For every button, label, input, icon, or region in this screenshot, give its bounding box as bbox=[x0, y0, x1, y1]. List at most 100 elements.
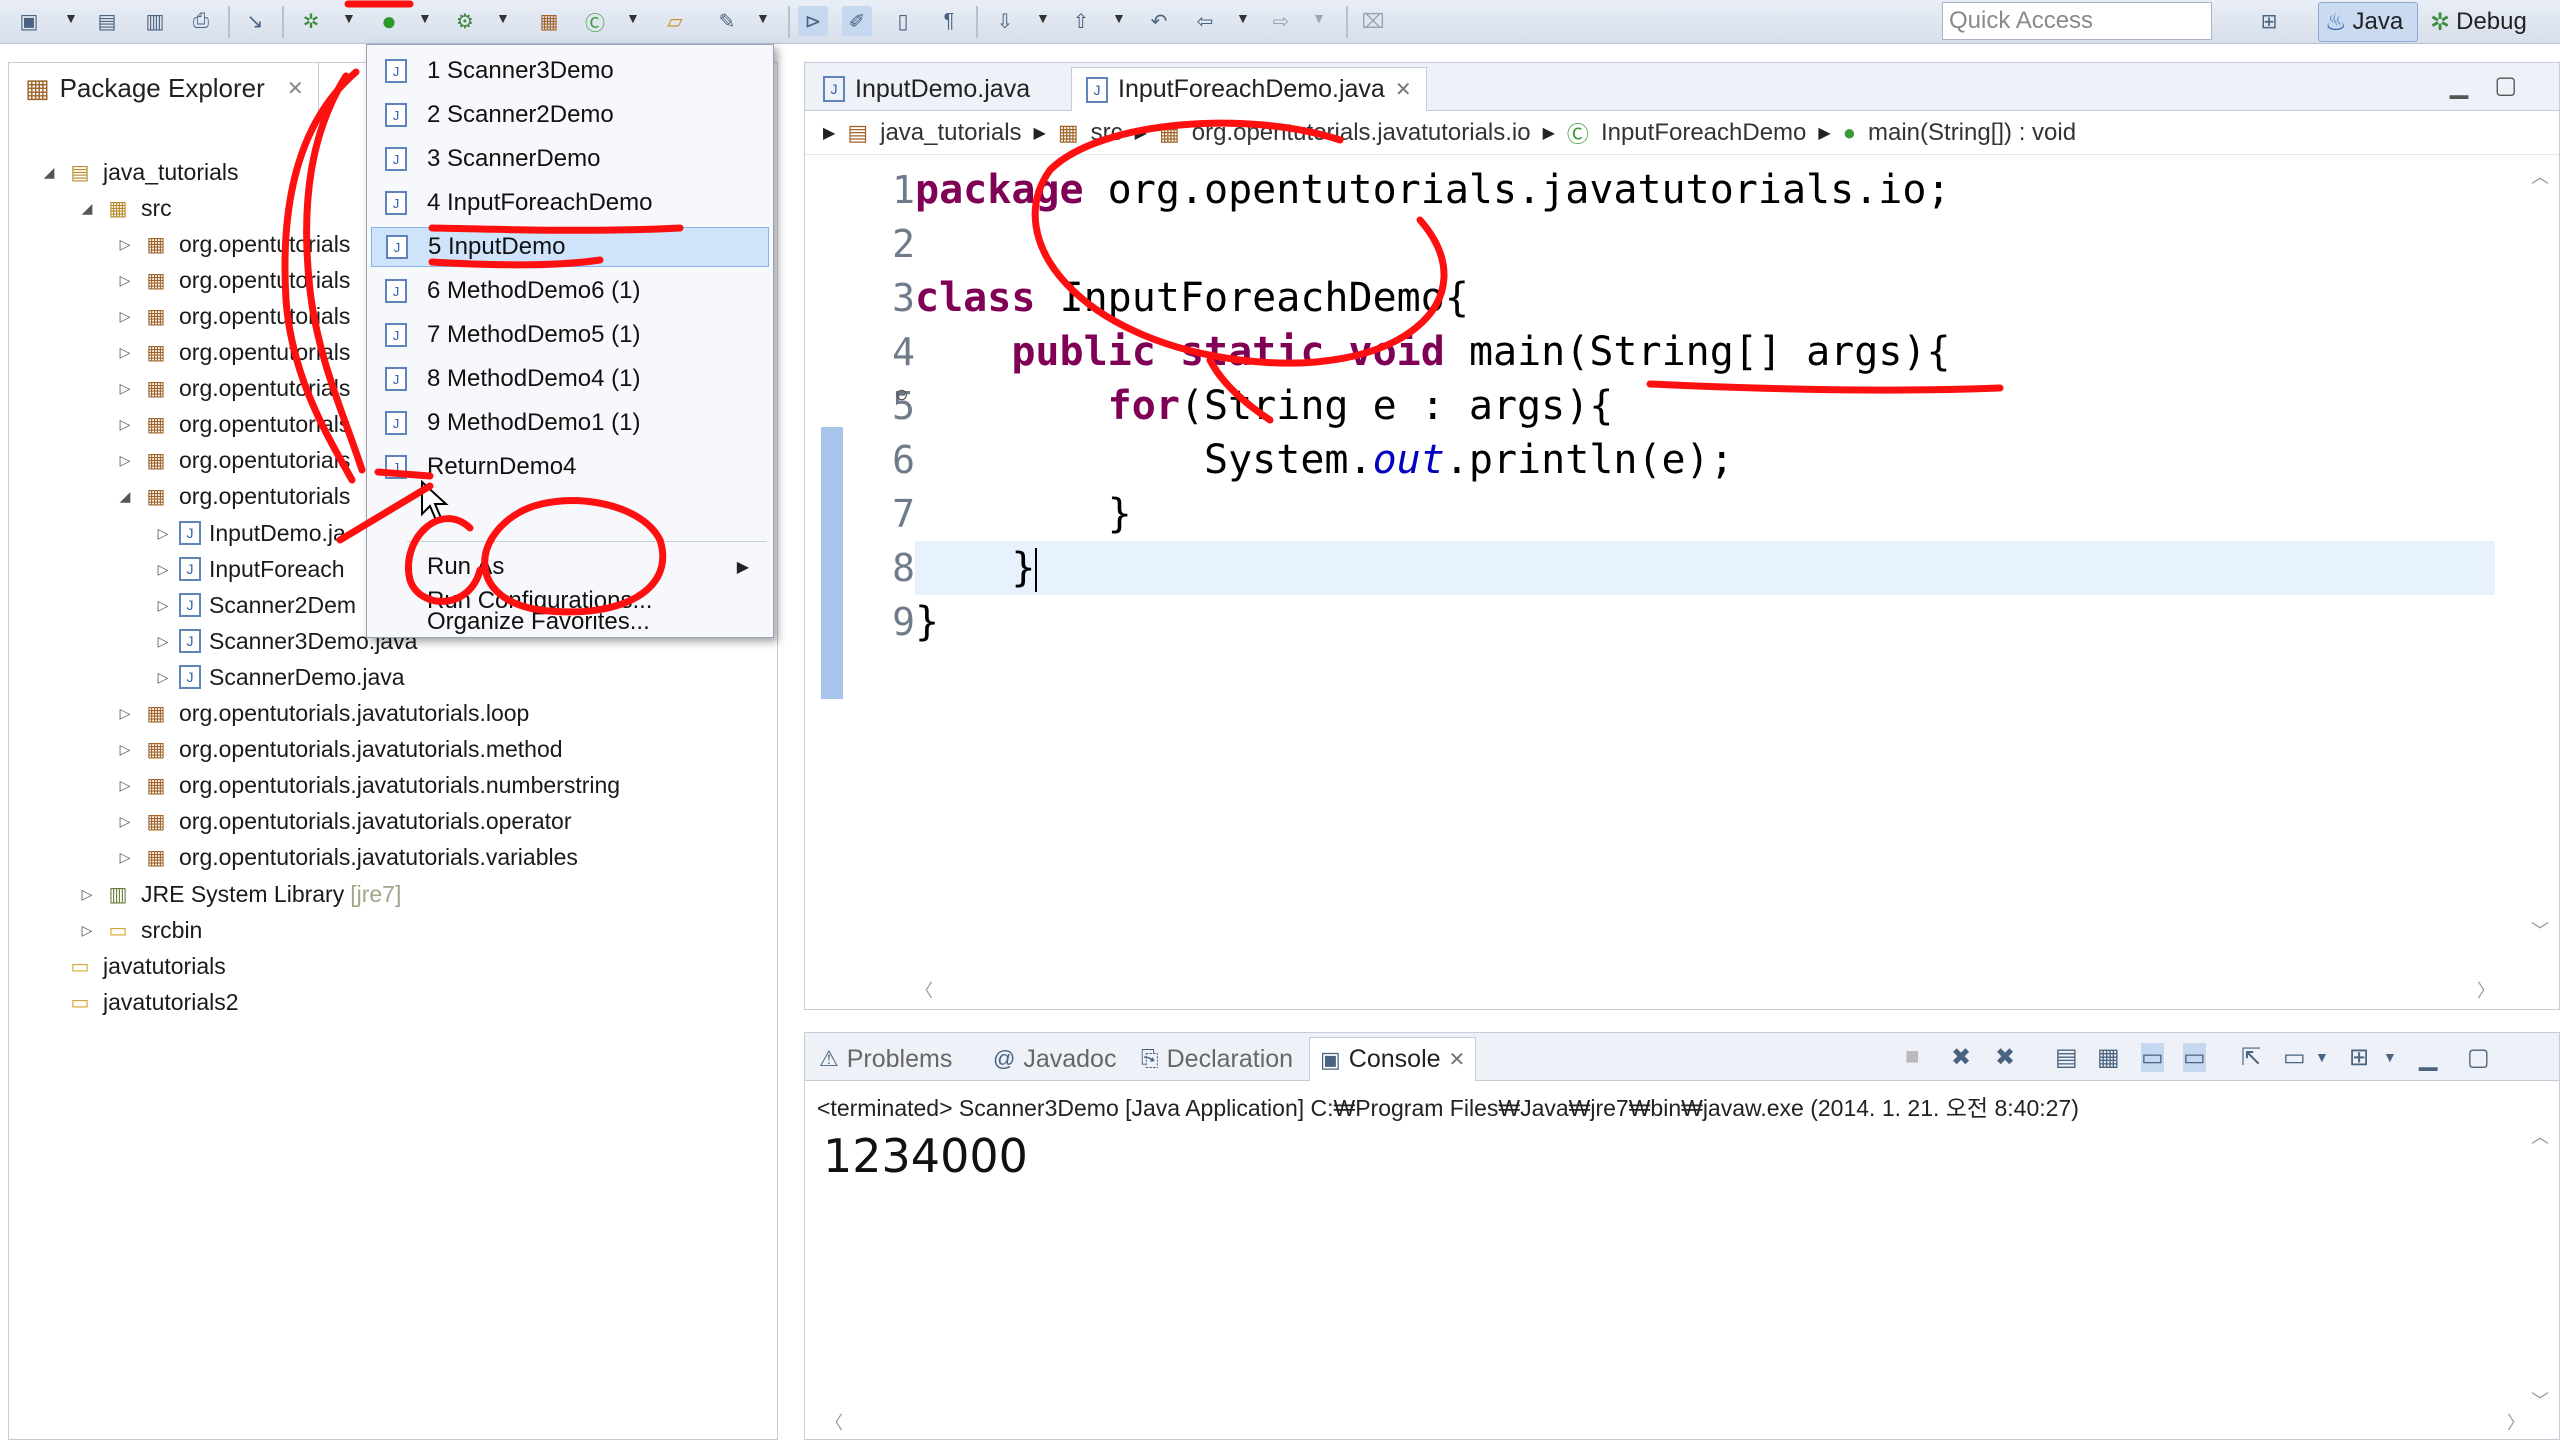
block-selection-icon[interactable]: ▯ bbox=[888, 6, 918, 36]
menu-item-run-history[interactable]: J 8 MethodDemo4 (1) bbox=[371, 359, 769, 399]
debug-icon[interactable]: ✲ bbox=[296, 6, 326, 36]
perspective-debug-button[interactable]: ✲ Debug bbox=[2424, 2, 2560, 42]
save-icon[interactable]: ▤ bbox=[92, 6, 122, 36]
breadcrumb-method[interactable]: main(String[]) : void bbox=[1868, 119, 2076, 147]
open-console-icon[interactable]: ⊞ bbox=[2349, 1043, 2369, 1072]
tree-item[interactable]: ◢ ▤ java_tutorials bbox=[39, 155, 239, 189]
expanded-arrow-icon[interactable]: ◢ bbox=[77, 200, 97, 217]
tree-item[interactable]: ▷ ▦ org.opentutorials bbox=[115, 336, 351, 370]
tab-problems[interactable]: ⚠ Problems bbox=[809, 1037, 962, 1081]
collapsed-arrow-icon[interactable]: ▷ bbox=[115, 236, 135, 253]
collapsed-arrow-icon[interactable]: ▷ bbox=[115, 813, 135, 830]
tree-item[interactable]: ▭ javatutorials2 bbox=[39, 985, 239, 1019]
tree-item[interactable]: ▷ ▦ org.opentutorials bbox=[115, 299, 351, 333]
tree-item[interactable]: ▷ J InputDemo.ja bbox=[153, 516, 346, 550]
maximize-icon[interactable]: ▢ bbox=[2494, 72, 2543, 99]
breadcrumb-package[interactable]: org.opentutorials.javatutorials.io bbox=[1192, 119, 1531, 147]
display-console-icon[interactable]: ▭ bbox=[2283, 1043, 2306, 1072]
collapsed-arrow-icon[interactable]: ▷ bbox=[115, 344, 135, 361]
expanded-arrow-icon[interactable]: ◢ bbox=[115, 488, 135, 505]
minimize-icon[interactable]: ▁ bbox=[2419, 1043, 2437, 1072]
toggle-breadcrumb-icon[interactable]: ⊳ bbox=[798, 6, 828, 36]
menu-item-run-history[interactable]: J 7 MethodDemo5 (1) bbox=[371, 315, 769, 355]
breadcrumb-arrow-icon[interactable]: ▶ bbox=[1818, 123, 1830, 143]
tree-item[interactable]: ▷ ▦ org.opentutorials.javatutorials.number… bbox=[115, 769, 620, 803]
show-whitespace-icon[interactable]: ¶ bbox=[934, 6, 964, 36]
forward-dropdown-icon[interactable]: ▼ bbox=[1312, 10, 1326, 26]
new-class-icon[interactable]: Ⓒ bbox=[580, 6, 610, 36]
tree-item[interactable]: ◢ ▦ org.opentutorials bbox=[115, 480, 351, 514]
menu-item-run-history[interactable]: J 4 InputForeachDemo bbox=[371, 183, 769, 223]
search-dropdown-icon[interactable]: ▼ bbox=[756, 10, 770, 26]
code-area[interactable]: package org.opentutorials.javatutorials.… bbox=[915, 163, 2495, 649]
breadcrumb-arrow-icon[interactable]: ▶ bbox=[823, 123, 835, 143]
back-dropdown-icon[interactable]: ▼ bbox=[1236, 10, 1250, 26]
menu-item-run-history[interactable]: J 1 Scanner3Demo bbox=[371, 51, 769, 91]
run-tools-dropdown-icon[interactable]: ▼ bbox=[496, 10, 510, 26]
scroll-lock-icon[interactable]: ▦ bbox=[2097, 1043, 2120, 1072]
new-dropdown-icon[interactable]: ▼ bbox=[64, 10, 78, 26]
scroll-up-icon[interactable]: ︿ bbox=[2531, 163, 2553, 189]
run-dropdown-icon[interactable]: ▼ bbox=[418, 10, 432, 26]
tree-item[interactable]: ▷ J InputForeach bbox=[153, 552, 345, 586]
scroll-down-icon[interactable]: ﹀ bbox=[2531, 917, 2549, 943]
open-console-dropdown-icon[interactable]: ▼ bbox=[2383, 1049, 2397, 1065]
close-icon[interactable]: ✕ bbox=[287, 76, 304, 101]
search-icon[interactable]: ✎ bbox=[712, 6, 742, 36]
next-annotation-icon[interactable]: ⇩ bbox=[990, 6, 1020, 36]
close-icon[interactable]: ✕ bbox=[1449, 1047, 1466, 1072]
scroll-right-icon[interactable]: 〉 bbox=[2477, 977, 2495, 1001]
clear-console-icon[interactable]: ▤ bbox=[2055, 1043, 2078, 1072]
debug-dropdown-icon[interactable]: ▼ bbox=[342, 10, 356, 26]
package-explorer-tab[interactable]: ▦ Package Explorer ✕ bbox=[9, 63, 319, 113]
menu-item-run-history[interactable]: J 6 MethodDemo6 (1) bbox=[371, 271, 769, 311]
breadcrumb-src[interactable]: src bbox=[1091, 119, 1123, 147]
quick-access-input[interactable]: Quick Access bbox=[1942, 2, 2212, 40]
breadcrumb-arrow-icon[interactable]: ▶ bbox=[1135, 123, 1147, 143]
next-annotation-dropdown-icon[interactable]: ▼ bbox=[1036, 10, 1050, 26]
save-all-icon[interactable]: ▥ bbox=[140, 6, 170, 36]
tree-item[interactable]: ▷ ▦ org.opentutorials.javatutorials.variab… bbox=[115, 841, 578, 875]
tree-item[interactable]: ▷ ▦ org.opentutorials bbox=[115, 408, 351, 442]
pin-console-icon[interactable]: ⇱ bbox=[2241, 1043, 2261, 1072]
new-icon[interactable]: ▣ bbox=[14, 6, 44, 36]
collapsed-arrow-icon[interactable]: ▷ bbox=[115, 705, 135, 722]
collapsed-arrow-icon[interactable]: ▷ bbox=[153, 561, 173, 578]
show-on-error-icon[interactable]: ▭ bbox=[2183, 1043, 2206, 1072]
editor-vertical-scrollbar[interactable]: ︿ ﹀ bbox=[2531, 163, 2553, 943]
tree-item[interactable]: ▷ ▭ srcbin bbox=[77, 913, 203, 947]
scroll-down-icon[interactable]: ﹀ bbox=[2531, 1387, 2549, 1413]
breadcrumb-class[interactable]: InputForeachDemo bbox=[1601, 119, 1806, 147]
collapsed-arrow-icon[interactable]: ▷ bbox=[153, 633, 173, 650]
tab-console[interactable]: ▣ Console ✕ bbox=[1309, 1037, 1477, 1081]
tree-item[interactable]: ▷ ▦ org.opentutorials.javatutorials.loop bbox=[115, 697, 530, 731]
breadcrumb-project[interactable]: java_tutorials bbox=[880, 119, 1021, 147]
scroll-right-icon[interactable]: 〉 bbox=[2507, 1409, 2525, 1433]
editor-horizontal-scrollbar[interactable]: 〈 〉 bbox=[915, 977, 2495, 1001]
expanded-arrow-icon[interactable]: ◢ bbox=[39, 164, 59, 181]
minimize-icon[interactable]: ▁ bbox=[2450, 72, 2494, 99]
collapsed-arrow-icon[interactable]: ▷ bbox=[77, 922, 97, 939]
scroll-left-icon[interactable]: 〈 bbox=[825, 1409, 843, 1433]
tab-declaration[interactable]: ⎘ Declaration bbox=[1131, 1037, 1303, 1081]
run-icon[interactable]: ● bbox=[374, 6, 404, 36]
collapsed-arrow-icon[interactable]: ▷ bbox=[115, 452, 135, 469]
open-type-icon[interactable]: ▱ bbox=[660, 6, 690, 36]
remove-launch-icon[interactable]: ✖ bbox=[1951, 1043, 1971, 1072]
collapsed-arrow-icon[interactable]: ▷ bbox=[115, 777, 135, 794]
collapsed-arrow-icon[interactable]: ▷ bbox=[115, 849, 135, 866]
pin-editor-icon[interactable]: ⌧ bbox=[1358, 6, 1388, 36]
scroll-up-icon[interactable]: ︿ bbox=[2531, 1123, 2553, 1149]
previous-annotation-icon[interactable]: ⇧ bbox=[1066, 6, 1096, 36]
remove-all-launches-icon[interactable]: ✖ bbox=[1995, 1043, 2015, 1072]
tab-inputforeachdemo[interactable]: J InputForeachDemo.java ✕ bbox=[1071, 67, 1427, 111]
back-icon[interactable]: ⇦ bbox=[1190, 6, 1220, 36]
forward-icon[interactable]: ⇨ bbox=[1266, 6, 1296, 36]
collapsed-arrow-icon[interactable]: ▷ bbox=[115, 741, 135, 758]
close-icon[interactable]: ✕ bbox=[1395, 77, 1412, 102]
mark-occurrences-icon[interactable]: ✐ bbox=[842, 6, 872, 36]
tree-item[interactable]: ▷ J ScannerDemo.java bbox=[153, 660, 405, 694]
collapsed-arrow-icon[interactable]: ▷ bbox=[153, 525, 173, 542]
maximize-icon[interactable]: ▢ bbox=[2467, 1043, 2490, 1072]
tree-item[interactable]: ▷ ▦ org.opentutorials bbox=[115, 263, 351, 297]
